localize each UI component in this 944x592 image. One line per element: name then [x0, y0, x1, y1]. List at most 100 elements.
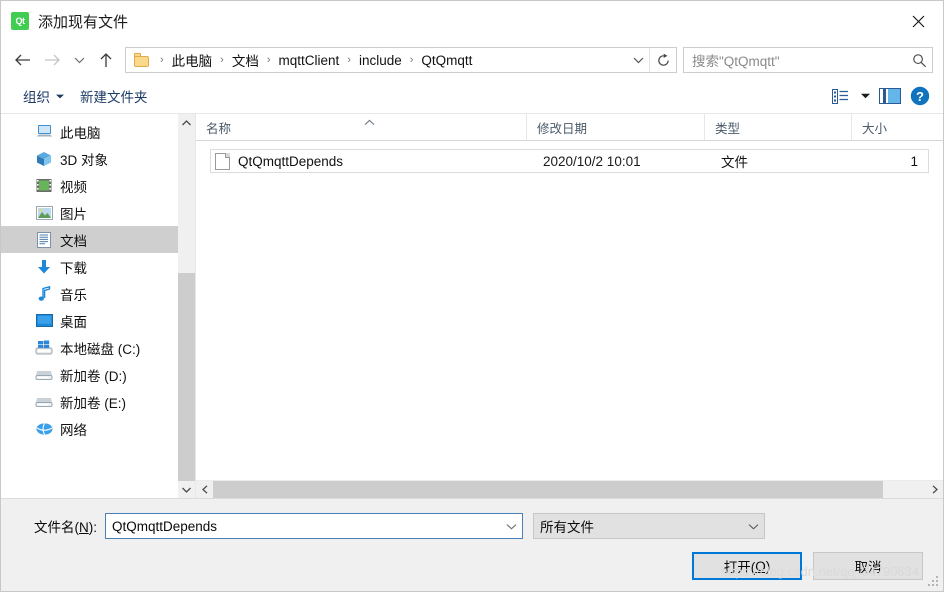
- address-dropdown-icon[interactable]: [627, 48, 649, 72]
- downloads-icon: [35, 258, 53, 276]
- command-bar: 组织 新建文件夹 ?: [1, 79, 943, 114]
- search-box[interactable]: 搜索"QtQmqtt": [683, 47, 933, 73]
- breadcrumb-item-1[interactable]: 文档: [230, 50, 261, 70]
- file-type-filter[interactable]: 所有文件: [533, 513, 765, 539]
- file-dialog: Qt 添加现有文件 › 此电脑 › 文档 › mqttClient › incl…: [0, 0, 944, 592]
- pictures-icon: [35, 204, 53, 222]
- drive-icon: [35, 393, 53, 411]
- file-list-horizontal-scrollbar[interactable]: [196, 480, 943, 498]
- breadcrumb-item-2[interactable]: mqttClient: [277, 53, 342, 68]
- sidebar-item-label: 新加卷 (D:): [60, 368, 127, 384]
- sidebar-scroll-thumb[interactable]: [178, 273, 195, 481]
- navigation-bar: › 此电脑 › 文档 › mqttClient › include › QtQm…: [1, 41, 943, 79]
- svg-text:?: ?: [916, 89, 924, 104]
- column-header-date[interactable]: 修改日期: [526, 114, 704, 140]
- computer-icon: [35, 123, 53, 141]
- folder-icon: [134, 53, 150, 67]
- column-header-label: 大小: [862, 121, 888, 136]
- table-row[interactable]: QtQmqttDepends 2020/10/2 10:01 文件 1: [210, 149, 929, 173]
- column-headers: 名称 修改日期 类型 大小: [196, 114, 943, 141]
- filename-input[interactable]: QtQmqttDepends: [105, 513, 523, 539]
- preview-pane-button[interactable]: [875, 83, 905, 109]
- breadcrumb-separator: ›: [347, 54, 351, 66]
- breadcrumb-item-4[interactable]: QtQmqtt: [419, 53, 474, 68]
- new-folder-button[interactable]: 新建文件夹: [72, 82, 156, 110]
- filename-label-key: N: [79, 520, 89, 535]
- scroll-up-icon[interactable]: [178, 114, 195, 131]
- sort-ascending-icon: [364, 115, 375, 129]
- sidebar-scroll-track[interactable]: [178, 131, 195, 481]
- sidebar-scrollbar[interactable]: [178, 114, 195, 498]
- address-bar[interactable]: › 此电脑 › 文档 › mqttClient › include › QtQm…: [125, 47, 677, 73]
- search-input[interactable]: 搜索"QtQmqtt": [684, 50, 906, 70]
- filename-value[interactable]: QtQmqttDepends: [106, 519, 500, 534]
- search-icon[interactable]: [906, 53, 932, 68]
- sidebar-item-downloads[interactable]: 下载: [1, 253, 178, 280]
- up-icon[interactable]: [91, 45, 121, 75]
- sidebar-item-music[interactable]: 音乐: [1, 280, 178, 307]
- resize-grip[interactable]: [928, 576, 940, 588]
- sidebar-item-videos[interactable]: 视频: [1, 172, 178, 199]
- sidebar-item-label: 下载: [60, 260, 87, 276]
- music-icon: [35, 285, 53, 303]
- filename-label-post: ):: [88, 520, 97, 535]
- app-icon: Qt: [11, 12, 29, 30]
- organize-button[interactable]: 组织: [15, 82, 72, 110]
- horizontal-scroll-thumb[interactable]: [213, 481, 884, 498]
- column-header-label: 类型: [715, 121, 741, 136]
- horizontal-scroll-track[interactable]: [213, 481, 926, 498]
- desktop-icon: [35, 312, 53, 330]
- sidebar-item-volume-d[interactable]: 新加卷 (D:): [1, 361, 178, 388]
- file-list-pane: 名称 修改日期 类型 大小 QtQmqttDepends 2020/10/2 1…: [196, 114, 943, 498]
- title-bar: Qt 添加现有文件: [1, 1, 943, 41]
- breadcrumb-item-0[interactable]: 此电脑: [170, 50, 215, 70]
- refresh-icon[interactable]: [650, 48, 676, 72]
- breadcrumb-separator: ›: [160, 54, 164, 66]
- cancel-label: 取消: [854, 560, 882, 575]
- filename-dropdown-icon[interactable]: [500, 523, 522, 530]
- sidebar-item-pictures[interactable]: 图片: [1, 199, 178, 226]
- sidebar-item-this-pc[interactable]: 此电脑: [1, 118, 178, 145]
- view-mode-caret-icon[interactable]: [855, 83, 875, 109]
- sidebar-item-3d-objects[interactable]: 3D 对象: [1, 145, 178, 172]
- sidebar-item-network[interactable]: 网络: [1, 415, 178, 442]
- sidebar-item-label: 此电脑: [60, 125, 101, 141]
- column-header-type[interactable]: 类型: [704, 114, 851, 140]
- column-header-size[interactable]: 大小: [851, 114, 943, 140]
- sidebar-item-local-disk-c[interactable]: 本地磁盘 (C:): [1, 334, 178, 361]
- file-rows: QtQmqttDepends 2020/10/2 10:01 文件 1: [196, 141, 943, 480]
- scroll-right-icon[interactable]: [926, 481, 943, 498]
- scroll-left-icon[interactable]: [196, 481, 213, 498]
- filter-dropdown-icon[interactable]: [742, 523, 764, 530]
- sidebar-item-documents[interactable]: 文档: [1, 226, 178, 253]
- chevron-down-icon: [56, 94, 64, 99]
- column-header-name[interactable]: 名称: [196, 114, 526, 140]
- sidebar-item-volume-e[interactable]: 新加卷 (E:): [1, 388, 178, 415]
- documents-icon: [35, 231, 53, 249]
- filename-label-pre: 文件名(: [34, 520, 79, 535]
- recent-locations-icon[interactable]: [67, 45, 91, 75]
- videos-icon: [35, 177, 53, 195]
- filter-value: 所有文件: [540, 520, 594, 535]
- breadcrumb-item-3[interactable]: include: [357, 53, 404, 68]
- help-button[interactable]: ?: [905, 83, 935, 109]
- open-button[interactable]: 打开(O): [692, 552, 802, 580]
- view-mode-button[interactable]: [825, 83, 855, 109]
- sidebar-item-label: 网络: [60, 422, 87, 438]
- drive-icon: [35, 366, 53, 384]
- window-title: 添加现有文件: [38, 13, 129, 31]
- close-icon[interactable]: [895, 5, 941, 37]
- dialog-body: 此电脑 3D 对象 视频 图片 文档 下载 音乐 桌面 本地磁盘 (C:) 新加…: [1, 114, 943, 498]
- cancel-button[interactable]: 取消: [813, 552, 923, 580]
- sidebar-item-label: 3D 对象: [60, 152, 109, 168]
- navigation-pane: 此电脑 3D 对象 视频 图片 文档 下载 音乐 桌面 本地磁盘 (C:) 新加…: [1, 114, 196, 498]
- sidebar-item-desktop[interactable]: 桌面: [1, 307, 178, 334]
- open-label-pre: 打开(: [723, 560, 756, 575]
- organize-label: 组织: [23, 90, 50, 105]
- footer-buttons: 打开(O) 取消: [692, 552, 923, 580]
- network-icon: [35, 420, 53, 438]
- file-type: 文件: [721, 155, 748, 170]
- back-icon[interactable]: [7, 45, 37, 75]
- open-label-post: ): [765, 558, 771, 574]
- scroll-down-icon[interactable]: [178, 481, 195, 498]
